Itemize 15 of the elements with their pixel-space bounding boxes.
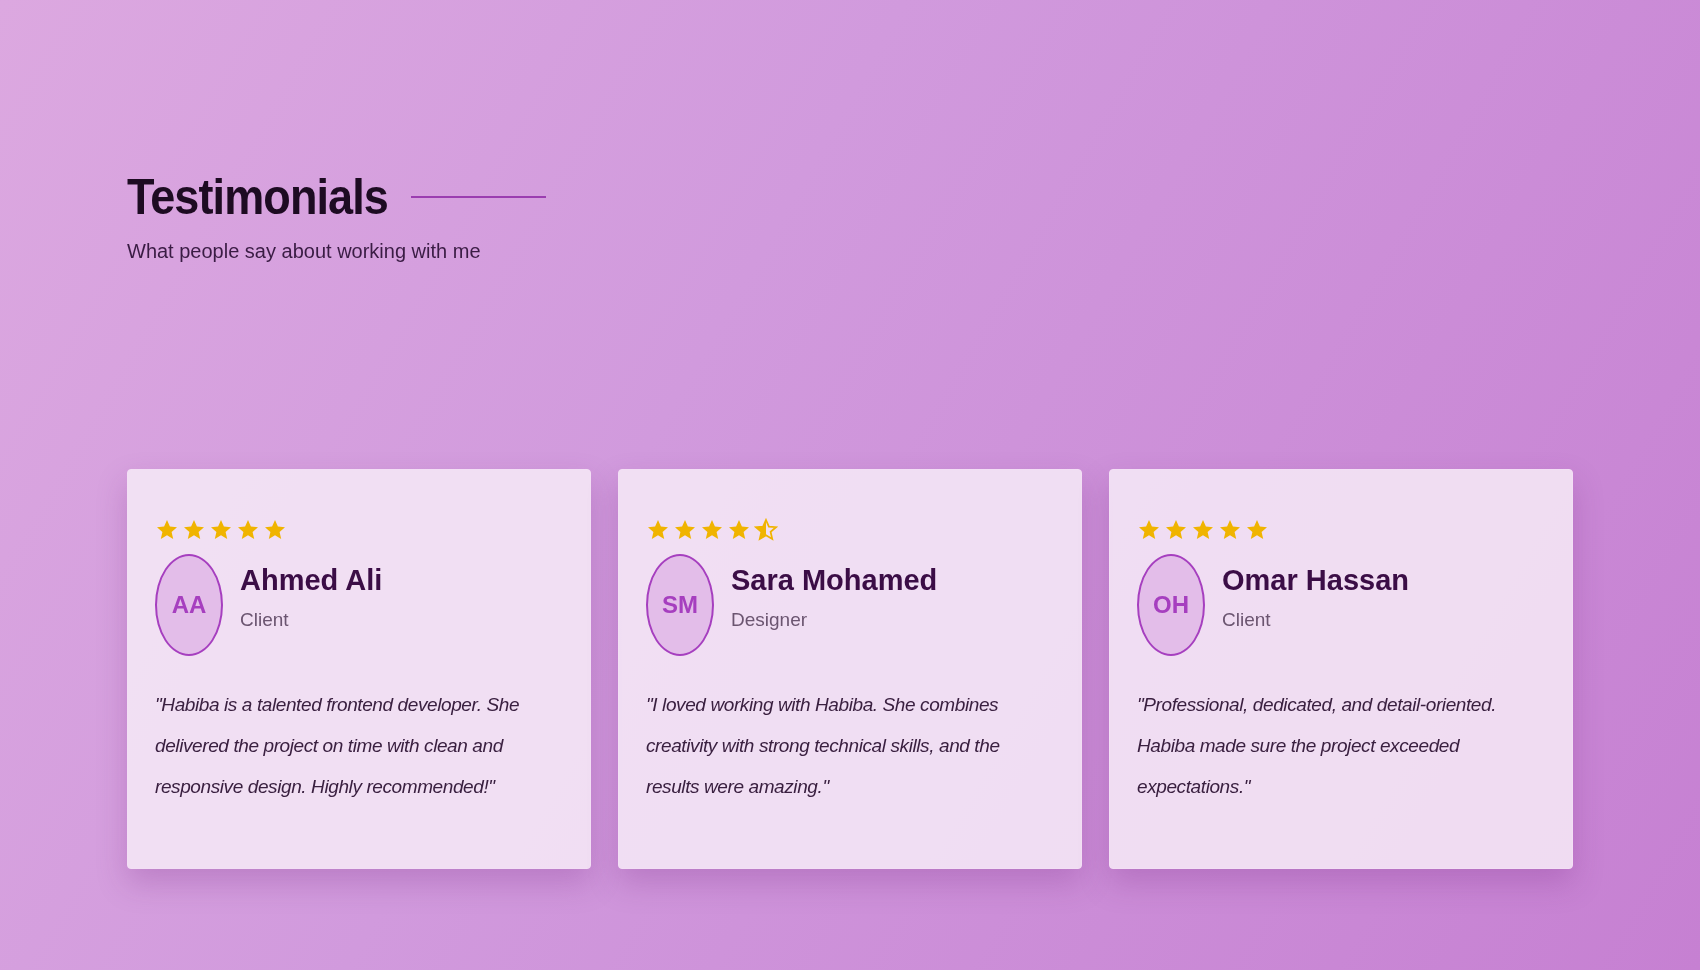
testimonial-quote: "I loved working with Habiba. She combines creativity with strong technical skills, and the results were amazing." <box>646 693 1001 799</box>
section-subtitle: What people say about working with me <box>127 240 482 263</box>
avatar: SM <box>646 554 714 656</box>
person-role: Designer <box>731 608 809 631</box>
person-name: Sara Mohamed <box>731 563 938 597</box>
testimonial-quote: "Habiba is a talented frontend developer. She delivered the project on time with clean and responsive design. Highly recommended!" <box>155 693 521 799</box>
person-role: Client <box>1222 608 1272 631</box>
person-role: Client <box>240 608 290 631</box>
avatar: AA <box>155 554 223 656</box>
half-star-icon <box>754 518 778 542</box>
person-name: Ahmed Ali <box>240 563 383 597</box>
avatar: OH <box>1137 554 1205 656</box>
section-title: Testimonials <box>127 168 388 226</box>
person-name: Omar Hassan <box>1222 563 1409 597</box>
testimonial-quote: "Professional, dedicated, and detail-oriented. Habiba made sure the project exceeded expectations." <box>1137 693 1498 799</box>
